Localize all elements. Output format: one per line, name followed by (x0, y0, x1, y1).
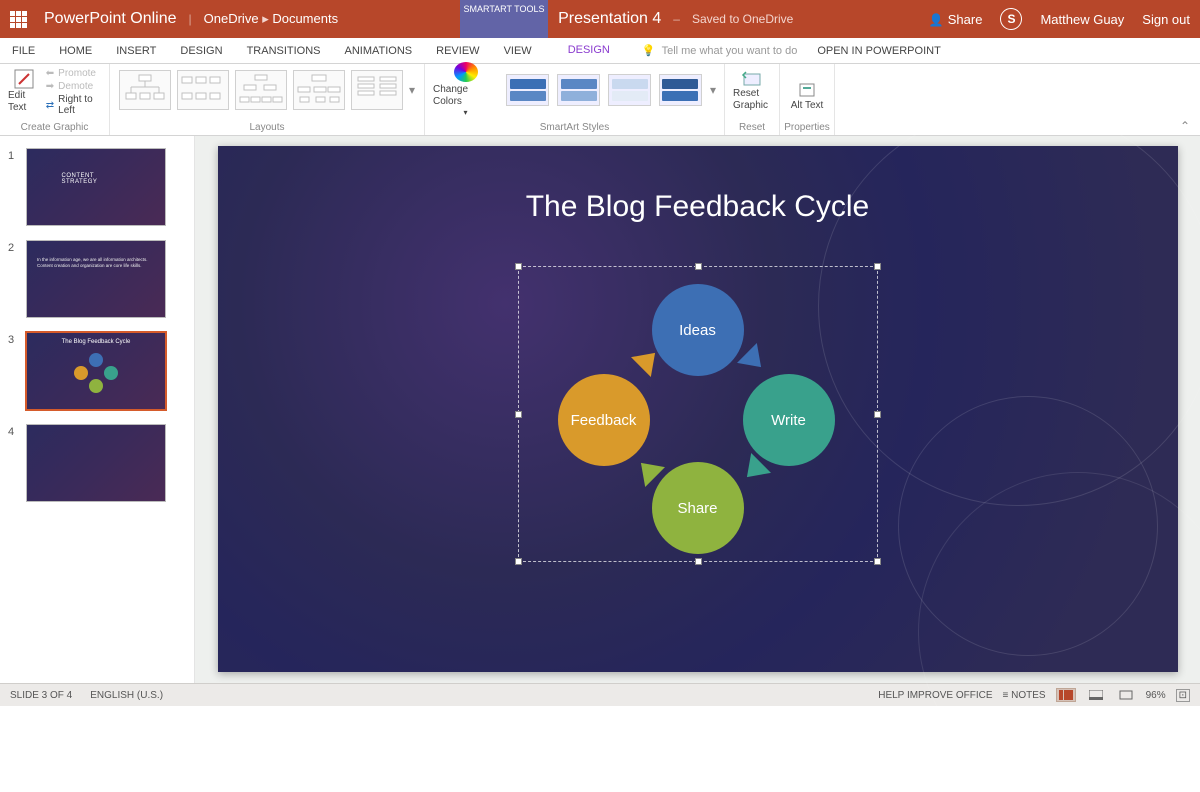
cycle-node-share[interactable]: Share (652, 462, 744, 554)
open-in-powerpoint[interactable]: OPEN IN POWERPOINT (817, 38, 940, 63)
collapse-ribbon-button[interactable]: ⌃ (1180, 119, 1190, 133)
cycle-arrow-icon (737, 343, 771, 377)
tab-transitions[interactable]: TRANSITIONS (235, 38, 333, 63)
resize-handle[interactable] (874, 411, 881, 418)
style-option-1[interactable] (506, 74, 549, 106)
app-launcher-icon[interactable] (10, 11, 32, 28)
tab-animations[interactable]: ANIMATIONS (333, 38, 425, 63)
language-indicator[interactable]: ENGLISH (U.S.) (90, 690, 163, 701)
cycle-node-write[interactable]: Write (743, 374, 835, 466)
app-name: PowerPoint Online (44, 10, 177, 28)
cycle-node-feedback[interactable]: Feedback (558, 374, 650, 466)
smartart-cycle-diagram[interactable]: Ideas Write Share Feedback (558, 284, 838, 544)
username[interactable]: Matthew Guay (1040, 12, 1124, 27)
layout-option-5[interactable] (351, 70, 403, 110)
group-properties: Alt Text Properties (780, 64, 835, 135)
tab-file[interactable]: FILE (0, 38, 47, 63)
breadcrumb-documents[interactable]: Documents (272, 11, 338, 26)
smartart-tools-contextual-tab[interactable]: SMARTART TOOLS (460, 0, 548, 38)
style-option-2[interactable] (557, 74, 600, 106)
layout-option-2[interactable] (177, 70, 229, 110)
group-reset: Reset Graphic Reset (725, 64, 780, 135)
group-layouts: ▾ Layouts (110, 64, 425, 135)
promote-button: ⬅Promote (46, 68, 101, 79)
title-bar: PowerPoint Online | OneDrive ▸ Documents… (0, 0, 1200, 38)
resize-handle[interactable] (695, 263, 702, 270)
group-smartart-styles: Change Colors▾ ▾ SmartArt Styles (425, 64, 725, 135)
alt-text-icon (796, 80, 818, 100)
slide-canvas-area[interactable]: The Blog Feedback Cycle Ideas Write Shar… (195, 136, 1200, 683)
slide-thumbnail-3[interactable]: The Blog Feedback Cycle (26, 332, 166, 410)
reset-graphic-button[interactable]: Reset Graphic (733, 68, 771, 112)
smartart-selection-box[interactable]: Ideas Write Share Feedback (518, 266, 878, 562)
breadcrumb: OneDrive ▸ Documents (204, 11, 338, 27)
style-option-3[interactable] (608, 74, 651, 106)
slide-thumbnail-2[interactable]: In the information age, we are all infor… (26, 240, 166, 318)
tab-design[interactable]: DESIGN (168, 38, 234, 63)
layouts-more-dropdown[interactable]: ▾ (409, 83, 415, 97)
demote-icon: ➡ (46, 81, 54, 92)
share-button[interactable]: Share (929, 12, 983, 27)
slide-thumbnail-4[interactable] (26, 424, 166, 502)
layout-option-4[interactable] (293, 70, 345, 110)
sign-out-link[interactable]: Sign out (1142, 12, 1190, 27)
slide[interactable]: The Blog Feedback Cycle Ideas Write Shar… (218, 146, 1178, 672)
workspace: 1 CONTENT STRATEGY 2 In the information … (0, 136, 1200, 683)
alt-text-button[interactable]: Alt Text (791, 68, 824, 112)
style-option-4[interactable] (659, 74, 702, 106)
slide-thumbnails-pane[interactable]: 1 CONTENT STRATEGY 2 In the information … (0, 136, 195, 683)
breadcrumb-onedrive[interactable]: OneDrive (204, 11, 259, 26)
save-status: Saved to OneDrive (692, 12, 793, 26)
bulb-icon: 💡 (642, 44, 656, 57)
resize-handle[interactable] (515, 558, 522, 565)
edit-text-icon (13, 68, 35, 90)
group-create-graphic: Edit Text ⬅Promote ➡Demote ⇄Right to Lef… (0, 64, 110, 135)
layout-option-1[interactable] (119, 70, 171, 110)
slide-thumbnail-1[interactable]: CONTENT STRATEGY (26, 148, 166, 226)
change-colors-button[interactable]: Change Colors▾ (433, 62, 498, 118)
ribbon-tabs: FILE HOME INSERT DESIGN TRANSITIONS ANIM… (0, 38, 1200, 64)
resize-handle[interactable] (695, 558, 702, 565)
right-to-left-button[interactable]: ⇄Right to Left (46, 94, 101, 116)
edit-text-button[interactable]: Edit Text (8, 68, 40, 114)
layout-option-3[interactable] (235, 70, 287, 110)
demote-button: ➡Demote (46, 81, 101, 92)
tell-me-search[interactable]: 💡 Tell me what you want to do (642, 38, 797, 63)
slide-title[interactable]: The Blog Feedback Cycle (218, 190, 1178, 224)
tab-insert[interactable]: INSERT (104, 38, 168, 63)
tab-smartart-design[interactable]: DESIGN (556, 38, 622, 63)
resize-handle[interactable] (874, 263, 881, 270)
tab-home[interactable]: HOME (47, 38, 104, 63)
skype-icon[interactable]: S (1000, 8, 1022, 30)
promote-icon: ⬅ (46, 68, 54, 79)
resize-handle[interactable] (515, 411, 522, 418)
slide-counter[interactable]: SLIDE 3 OF 4 (10, 690, 72, 701)
reset-icon (741, 68, 763, 88)
styles-more-dropdown[interactable]: ▾ (710, 83, 716, 97)
tab-view[interactable]: VIEW (492, 38, 544, 63)
document-title[interactable]: Presentation 4 (558, 10, 661, 28)
rtl-icon: ⇄ (46, 100, 54, 111)
resize-handle[interactable] (515, 263, 522, 270)
palette-icon (454, 62, 478, 82)
tab-review[interactable]: REVIEW (424, 38, 491, 63)
resize-handle[interactable] (874, 558, 881, 565)
